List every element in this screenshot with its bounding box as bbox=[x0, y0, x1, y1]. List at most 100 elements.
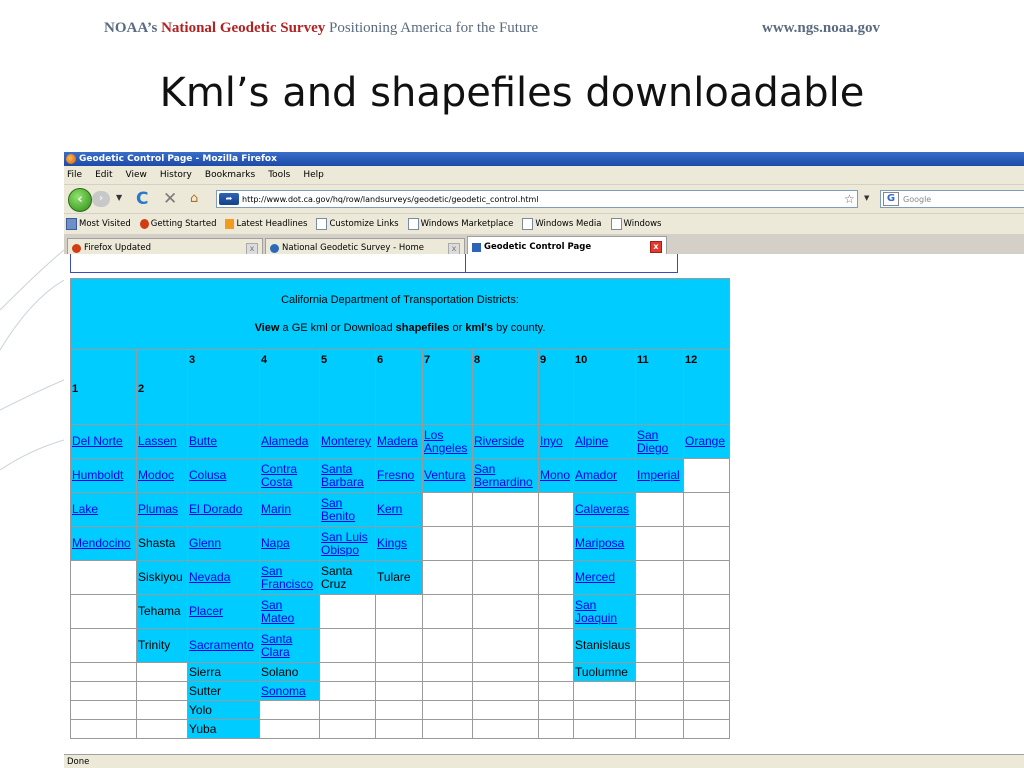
county-link[interactable]: San Mateo bbox=[261, 598, 294, 625]
county-link[interactable]: San Luis Obispo bbox=[321, 530, 368, 557]
district-header: 5 bbox=[319, 349, 376, 425]
county-cell: Santa Cruz bbox=[319, 560, 376, 595]
county-link[interactable]: Los Angeles bbox=[424, 428, 467, 455]
menu-edit[interactable]: Edit bbox=[95, 170, 112, 180]
tab-label: Firefox Updated bbox=[84, 243, 152, 253]
empty-cell bbox=[422, 492, 473, 527]
bookmark-windows[interactable]: Windows bbox=[610, 218, 661, 230]
county-link[interactable]: Inyo bbox=[540, 434, 563, 448]
header-tagline: Positioning America for the Future bbox=[328, 20, 539, 36]
empty-cell bbox=[472, 628, 539, 663]
menu-history[interactable]: History bbox=[160, 170, 192, 180]
county-link[interactable]: Ventura bbox=[424, 468, 465, 482]
reload-icon[interactable]: C bbox=[136, 189, 148, 209]
county-link[interactable]: Madera bbox=[377, 434, 418, 448]
empty-cell bbox=[635, 700, 684, 720]
county-link[interactable]: Humboldt bbox=[72, 468, 123, 482]
county-link[interactable]: Monterey bbox=[321, 434, 371, 448]
empty-cell bbox=[70, 700, 137, 720]
county-link[interactable]: San Joaquin bbox=[575, 598, 617, 625]
menu-file[interactable]: File bbox=[67, 170, 82, 180]
bookmark-customize-links[interactable]: Customize Links bbox=[316, 218, 399, 230]
county-link[interactable]: Alpine bbox=[575, 434, 608, 448]
county-link[interactable]: Santa Barbara bbox=[321, 462, 364, 489]
empty-cell bbox=[538, 492, 574, 527]
county-link[interactable]: El Dorado bbox=[189, 502, 242, 516]
county-link[interactable]: Orange bbox=[685, 434, 725, 448]
empty-cell bbox=[682, 594, 731, 629]
county-link[interactable]: Marin bbox=[261, 502, 291, 516]
menu-bookmarks[interactable]: Bookmarks bbox=[205, 170, 255, 180]
county-link[interactable]: Nevada bbox=[189, 570, 230, 584]
county-link[interactable]: Modoc bbox=[138, 468, 174, 482]
empty-cell bbox=[319, 662, 376, 682]
county-link[interactable]: Alameda bbox=[261, 434, 308, 448]
county-link[interactable]: Plumas bbox=[138, 502, 178, 516]
district-header: 1 bbox=[70, 349, 137, 425]
google-icon[interactable]: G bbox=[883, 192, 899, 206]
county-link[interactable]: Del Norte bbox=[72, 434, 123, 448]
empty-cell bbox=[472, 700, 539, 720]
county-link[interactable]: Calaveras bbox=[575, 502, 629, 516]
county-link[interactable]: Santa Clara bbox=[261, 632, 292, 659]
county-link[interactable]: Mono bbox=[540, 468, 570, 482]
tab-label: Geodetic Control Page bbox=[484, 242, 592, 252]
county-link[interactable]: San Benito bbox=[321, 496, 355, 523]
history-dropdown-icon[interactable]: ▼ bbox=[116, 193, 122, 202]
county-link[interactable]: Napa bbox=[261, 536, 290, 550]
search-placeholder: Google bbox=[903, 194, 932, 204]
county-link[interactable]: Contra Costa bbox=[261, 462, 297, 489]
back-button[interactable]: ‹ bbox=[68, 188, 92, 212]
close-icon[interactable]: x bbox=[650, 241, 662, 253]
county-link[interactable]: Butte bbox=[189, 434, 217, 448]
forward-button[interactable]: › bbox=[92, 191, 110, 207]
address-bar[interactable]: ➦ http://www.dot.ca.gov/hq/row/landsurve… bbox=[216, 190, 858, 208]
county-link[interactable]: Mariposa bbox=[575, 536, 624, 550]
empty-cell bbox=[422, 594, 473, 629]
home-icon[interactable]: ⌂ bbox=[190, 191, 198, 206]
bookmark-getting-started[interactable]: Getting Started bbox=[139, 219, 216, 229]
county-link[interactable]: Fresno bbox=[377, 468, 414, 482]
county-link[interactable]: San Francisco bbox=[261, 564, 313, 591]
empty-cell bbox=[635, 594, 684, 629]
stop-icon[interactable]: ✕ bbox=[163, 189, 177, 209]
county-link[interactable]: Riverside bbox=[474, 434, 524, 448]
county-link[interactable]: Sonoma bbox=[261, 684, 306, 698]
url-dropdown-icon[interactable]: ▼ bbox=[864, 194, 869, 202]
table-row: Yuba bbox=[70, 719, 731, 739]
county-link[interactable]: Lake bbox=[72, 502, 98, 516]
county-link[interactable]: Mendocino bbox=[72, 536, 131, 550]
county-cell: Tulare bbox=[375, 560, 423, 595]
county-link[interactable]: Imperial bbox=[637, 468, 680, 482]
county-link[interactable]: San Bernardino bbox=[474, 462, 533, 489]
bookmark-windows-media[interactable]: Windows Media bbox=[522, 218, 602, 230]
page-icon bbox=[407, 218, 419, 230]
county-link[interactable]: Kings bbox=[377, 536, 407, 550]
county-link[interactable]: Amador bbox=[575, 468, 617, 482]
bookmark-windows-marketplace[interactable]: Windows Marketplace bbox=[407, 218, 513, 230]
county-link[interactable]: Placer bbox=[189, 604, 223, 618]
empty-cell bbox=[682, 628, 731, 663]
county-link[interactable]: Glenn bbox=[189, 536, 221, 550]
county-link[interactable]: Kern bbox=[377, 502, 402, 516]
county-link[interactable]: San Diego bbox=[637, 428, 668, 455]
table-row: Humboldt Modoc Colusa Contra Costa Santa… bbox=[70, 458, 731, 493]
bookmark-most-visited[interactable]: Most Visited bbox=[66, 218, 131, 230]
search-box[interactable]: G Google bbox=[880, 190, 1024, 208]
county-link[interactable]: Merced bbox=[575, 570, 615, 584]
site-identity-icon[interactable]: ➦ bbox=[219, 193, 239, 205]
bookmark-latest-headlines[interactable]: Latest Headlines bbox=[225, 219, 307, 229]
bookmark-star-icon[interactable]: ☆ bbox=[844, 192, 855, 206]
previous-table-remnant bbox=[70, 254, 678, 273]
county-link[interactable]: Colusa bbox=[189, 468, 226, 482]
county-link[interactable]: Lassen bbox=[138, 434, 177, 448]
menu-view[interactable]: View bbox=[126, 170, 147, 180]
empty-cell bbox=[319, 594, 376, 629]
menu-help[interactable]: Help bbox=[303, 170, 324, 180]
empty-cell bbox=[682, 662, 731, 682]
table-row: Mendocino Shasta Glenn Napa San Luis Obi… bbox=[70, 526, 731, 561]
empty-cell bbox=[422, 719, 473, 739]
empty-cell bbox=[422, 560, 473, 595]
county-link[interactable]: Sacramento bbox=[189, 638, 254, 652]
menu-tools[interactable]: Tools bbox=[268, 170, 290, 180]
